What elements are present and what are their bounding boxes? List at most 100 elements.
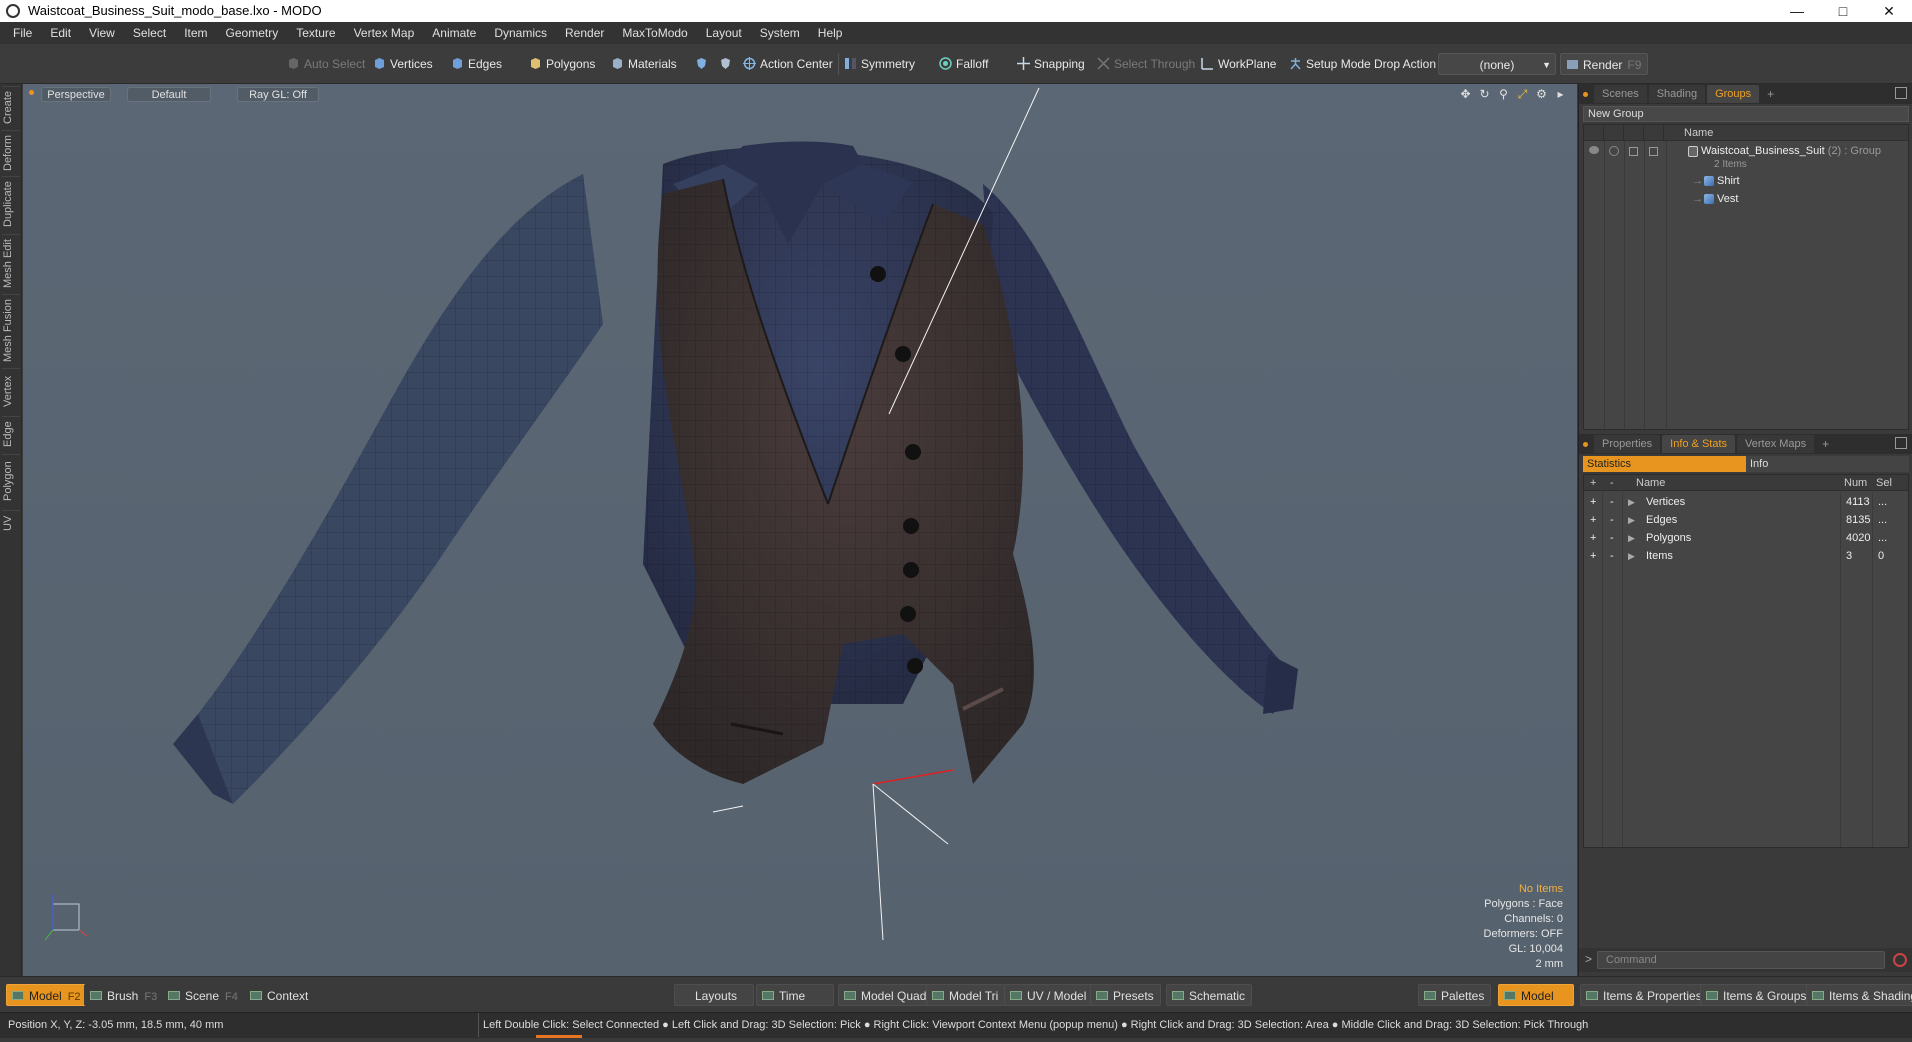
setup-mode-button[interactable]: Setup Mode [1284, 53, 1377, 75]
shield-alt-icon[interactable] [714, 53, 736, 75]
close-icon[interactable]: ✕ [1866, 0, 1912, 22]
add-tab-icon[interactable]: + [1761, 87, 1780, 101]
render-column-icon[interactable] [1604, 125, 1624, 141]
menu-select[interactable]: Select [124, 22, 175, 44]
shirt-item[interactable]: Shirt [1704, 173, 1740, 189]
expand-arrow-icon[interactable]: ▶ [1628, 493, 1635, 511]
items-groups-button[interactable]: Items & Groups [1700, 984, 1814, 1006]
add-icon[interactable]: + [1590, 547, 1596, 565]
stat-row-items[interactable]: + - ▶ Items 3 0 [1584, 547, 1908, 565]
symmetry-button[interactable]: Symmetry [838, 53, 921, 75]
lock-checkbox[interactable] [1629, 147, 1638, 156]
menu-dynamics[interactable]: Dynamics [485, 22, 556, 44]
uv-model-button[interactable]: UV / Model [1004, 984, 1094, 1006]
brush-mode-button[interactable]: Brush F3 [84, 984, 165, 1006]
eye-icon[interactable] [1589, 146, 1599, 154]
scene-mode-button[interactable]: Scene F4 [162, 984, 245, 1006]
select-checkbox[interactable] [1649, 147, 1658, 156]
action-center-button[interactable]: Action Center [738, 53, 839, 75]
command-input[interactable]: Command [1597, 951, 1885, 969]
menu-render[interactable]: Render [556, 22, 613, 44]
select-column-icon[interactable] [1644, 125, 1664, 141]
vertices-button[interactable]: Vertices [368, 53, 439, 75]
auto-select-button[interactable]: Auto Select [282, 53, 371, 75]
add-icon[interactable]: + [1590, 493, 1596, 511]
3d-viewport[interactable]: Perspective Default Ray GL: Off ✥ ↻ ⚲ ⤢ … [23, 84, 1577, 976]
menu-item[interactable]: Item [175, 22, 216, 44]
stat-row-vertices[interactable]: + - ▶ Vertices 4113 ... [1584, 493, 1908, 511]
expand-panel-icon[interactable] [1895, 87, 1907, 99]
add-tab-icon[interactable]: + [1816, 437, 1835, 451]
tree-row-shirt[interactable]: → Shirt [1584, 173, 1908, 189]
expand-arrow-icon[interactable]: ▶ [1628, 529, 1635, 547]
materials-button[interactable]: Materials [606, 53, 683, 75]
tab-scenes[interactable]: Scenes [1594, 85, 1647, 103]
maximize-icon[interactable]: □ [1820, 0, 1866, 22]
tab-mesh-edit[interactable]: Mesh Edit [2, 234, 20, 292]
minus-icon[interactable]: - [1610, 529, 1614, 547]
tab-mesh-fusion[interactable]: Mesh Fusion [2, 294, 20, 366]
tab-info-stats[interactable]: Info & Stats [1662, 435, 1736, 453]
tab-shading[interactable]: Shading [1648, 85, 1706, 103]
model-mode-button[interactable]: Model F2 [6, 984, 88, 1006]
menu-maxtomodo[interactable]: MaxToModo [613, 22, 696, 44]
tab-polygon[interactable]: Polygon [2, 454, 20, 508]
collapse-all-button[interactable]: - [1610, 475, 1614, 491]
tab-edge[interactable]: Edge [2, 416, 20, 452]
snapping-button[interactable]: Snapping [1012, 53, 1091, 75]
menu-edit[interactable]: Edit [41, 22, 80, 44]
menu-system[interactable]: System [751, 22, 809, 44]
menu-layout[interactable]: Layout [697, 22, 751, 44]
tab-groups[interactable]: Groups [1707, 85, 1760, 103]
model-layout-button[interactable]: Model [1498, 984, 1574, 1006]
minus-icon[interactable]: - [1610, 511, 1614, 529]
menu-geometry[interactable]: Geometry [217, 22, 288, 44]
menu-view[interactable]: View [80, 22, 124, 44]
expand-all-button[interactable]: + [1590, 475, 1596, 491]
add-icon[interactable]: + [1590, 529, 1596, 547]
menu-help[interactable]: Help [809, 22, 852, 44]
minimize-icon[interactable]: — [1774, 0, 1820, 22]
layouts-button[interactable]: Layouts [674, 984, 754, 1006]
tab-duplicate[interactable]: Duplicate [2, 176, 20, 232]
render-toggle-icon[interactable] [1609, 146, 1619, 156]
menu-texture[interactable]: Texture [287, 22, 344, 44]
palettes-button[interactable]: Palettes [1418, 984, 1492, 1006]
tab-properties[interactable]: Properties [1594, 435, 1661, 453]
select-through-button[interactable]: Select Through [1092, 53, 1201, 75]
tab-vertex-maps[interactable]: Vertex Maps [1737, 435, 1815, 453]
lock-column-icon[interactable] [1624, 125, 1644, 141]
edges-button[interactable]: Edges [446, 53, 508, 75]
presets-button[interactable]: Presets [1090, 984, 1161, 1006]
render-button[interactable]: Render F9 [1560, 53, 1649, 75]
panel-menu-dot-icon[interactable] [1583, 91, 1588, 97]
model-tri-button[interactable]: Model Tri [926, 984, 1006, 1006]
items-shading-button[interactable]: Items & Shading [1806, 984, 1912, 1006]
expand-panel-icon[interactable] [1895, 437, 1907, 449]
falloff-button[interactable]: Falloff [934, 53, 994, 75]
shield-icon[interactable] [690, 53, 712, 75]
tab-create[interactable]: Create [2, 86, 20, 128]
tab-uv[interactable]: UV [2, 510, 20, 536]
schematic-button[interactable]: Schematic [1166, 984, 1253, 1006]
menu-animate[interactable]: Animate [423, 22, 485, 44]
tree-row-vest[interactable]: → Vest [1584, 191, 1908, 207]
drop-action-select[interactable]: (none) ▼ [1438, 53, 1556, 75]
model-quad-button[interactable]: Model Quad [838, 984, 934, 1006]
tab-vertex[interactable]: Vertex [2, 368, 20, 414]
tab-statistics[interactable]: Statistics [1583, 456, 1746, 472]
expand-arrow-icon[interactable]: ▶ [1628, 511, 1635, 529]
tab-deform[interactable]: Deform [2, 130, 20, 174]
new-group-button[interactable]: New Group [1583, 106, 1909, 122]
time-button[interactable]: Time [756, 984, 834, 1006]
expand-arrow-icon[interactable]: ▶ [1628, 547, 1635, 565]
context-button[interactable]: Context [244, 984, 316, 1006]
panel-menu-dot-icon[interactable] [1583, 441, 1588, 447]
menu-vertex-map[interactable]: Vertex Map [345, 22, 424, 44]
tab-info[interactable]: Info [1746, 456, 1909, 472]
minus-icon[interactable]: - [1610, 547, 1614, 565]
items-properties-button[interactable]: Items & Properties [1580, 984, 1709, 1006]
add-icon[interactable]: + [1590, 511, 1596, 529]
polygons-button[interactable]: Polygons [524, 53, 601, 75]
stat-row-edges[interactable]: + - ▶ Edges 8135 ... [1584, 511, 1908, 529]
